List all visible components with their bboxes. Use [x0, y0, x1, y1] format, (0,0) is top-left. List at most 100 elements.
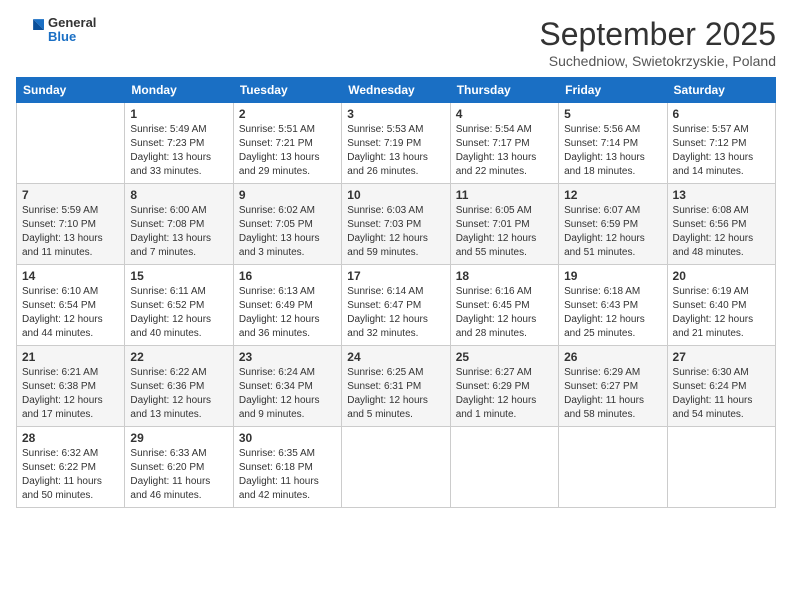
day-number: 7: [22, 188, 119, 202]
calendar-cell: 5 Sunrise: 5:56 AM Sunset: 7:14 PM Daylig…: [559, 103, 667, 184]
day-number: 20: [673, 269, 770, 283]
day-number: 29: [130, 431, 227, 445]
day-info: Sunrise: 6:14 AM Sunset: 6:47 PM Dayligh…: [347, 285, 444, 341]
day-number: 25: [456, 350, 553, 364]
day-number: 2: [239, 107, 336, 121]
day-info: Sunrise: 5:53 AM Sunset: 7:19 PM Dayligh…: [347, 123, 444, 179]
calendar-cell: 28 Sunrise: 6:32 AM Sunset: 6:22 PM Dayli…: [17, 427, 125, 508]
day-number: 30: [239, 431, 336, 445]
day-number: 10: [347, 188, 444, 202]
day-info: Sunrise: 6:11 AM Sunset: 6:52 PM Dayligh…: [130, 285, 227, 341]
logo-blue: Blue: [48, 30, 96, 44]
day-info: Sunrise: 6:19 AM Sunset: 6:40 PM Dayligh…: [673, 285, 770, 341]
day-info: Sunrise: 6:24 AM Sunset: 6:34 PM Dayligh…: [239, 366, 336, 422]
location-subtitle: Suchedniow, Swietokrzyskie, Poland: [539, 53, 776, 69]
calendar-cell: 14 Sunrise: 6:10 AM Sunset: 6:54 PM Dayli…: [17, 265, 125, 346]
day-number: 27: [673, 350, 770, 364]
calendar-week-row: 21Sunrise: 6:21 AM Sunset: 6:38 PM Dayli…: [17, 346, 776, 427]
day-number: 14: [22, 269, 119, 283]
day-number: 17: [347, 269, 444, 283]
calendar-cell: 2 Sunrise: 5:51 AM Sunset: 7:21 PM Daylig…: [233, 103, 341, 184]
column-header-friday: Friday: [559, 78, 667, 103]
day-number: 15: [130, 269, 227, 283]
page-header: General Blue September 2025 Suchedniow, …: [16, 16, 776, 69]
day-number: 23: [239, 350, 336, 364]
calendar-cell: [667, 427, 775, 508]
day-number: 5: [564, 107, 661, 121]
calendar-cell: 19Sunrise: 6:18 AM Sunset: 6:43 PM Dayli…: [559, 265, 667, 346]
calendar-cell: 20 Sunrise: 6:19 AM Sunset: 6:40 PM Dayli…: [667, 265, 775, 346]
calendar-cell: 22 Sunrise: 6:22 AM Sunset: 6:36 PM Dayli…: [125, 346, 233, 427]
day-number: 12: [564, 188, 661, 202]
calendar-cell: 25 Sunrise: 6:27 AM Sunset: 6:29 PM Dayli…: [450, 346, 558, 427]
calendar-cell: [342, 427, 450, 508]
calendar-cell: 21Sunrise: 6:21 AM Sunset: 6:38 PM Dayli…: [17, 346, 125, 427]
calendar-cell: 4Sunrise: 5:54 AM Sunset: 7:17 PM Daylig…: [450, 103, 558, 184]
calendar-cell: 15 Sunrise: 6:11 AM Sunset: 6:52 PM Dayli…: [125, 265, 233, 346]
day-number: 18: [456, 269, 553, 283]
day-info: Sunrise: 6:10 AM Sunset: 6:54 PM Dayligh…: [22, 285, 119, 341]
calendar-cell: 18 Sunrise: 6:16 AM Sunset: 6:45 PM Dayli…: [450, 265, 558, 346]
day-number: 24: [347, 350, 444, 364]
calendar-week-row: 1 Sunrise: 5:49 AM Sunset: 7:23 PM Daylig…: [17, 103, 776, 184]
day-info: Sunrise: 6:27 AM Sunset: 6:29 PM Dayligh…: [456, 366, 553, 422]
calendar-week-row: 7 Sunrise: 5:59 AM Sunset: 7:10 PM Daylig…: [17, 184, 776, 265]
calendar-cell: 29Sunrise: 6:33 AM Sunset: 6:20 PM Dayli…: [125, 427, 233, 508]
day-number: 13: [673, 188, 770, 202]
day-info: Sunrise: 6:35 AM Sunset: 6:18 PM Dayligh…: [239, 447, 336, 503]
day-number: 16: [239, 269, 336, 283]
column-header-sunday: Sunday: [17, 78, 125, 103]
calendar-cell: 6Sunrise: 5:57 AM Sunset: 7:12 PM Daylig…: [667, 103, 775, 184]
column-header-monday: Monday: [125, 78, 233, 103]
day-info: Sunrise: 6:13 AM Sunset: 6:49 PM Dayligh…: [239, 285, 336, 341]
calendar-cell: 30 Sunrise: 6:35 AM Sunset: 6:18 PM Dayli…: [233, 427, 341, 508]
day-info: Sunrise: 6:32 AM Sunset: 6:22 PM Dayligh…: [22, 447, 119, 503]
day-info: Sunrise: 6:25 AM Sunset: 6:31 PM Dayligh…: [347, 366, 444, 422]
column-header-wednesday: Wednesday: [342, 78, 450, 103]
calendar-cell: [450, 427, 558, 508]
calendar-cell: [559, 427, 667, 508]
day-number: 9: [239, 188, 336, 202]
day-number: 1: [130, 107, 227, 121]
calendar-cell: 26Sunrise: 6:29 AM Sunset: 6:27 PM Dayli…: [559, 346, 667, 427]
logo-icon: [16, 16, 44, 44]
day-info: Sunrise: 6:00 AM Sunset: 7:08 PM Dayligh…: [130, 204, 227, 260]
calendar-week-row: 28 Sunrise: 6:32 AM Sunset: 6:22 PM Dayli…: [17, 427, 776, 508]
calendar-cell: 24 Sunrise: 6:25 AM Sunset: 6:31 PM Dayli…: [342, 346, 450, 427]
day-info: Sunrise: 5:59 AM Sunset: 7:10 PM Dayligh…: [22, 204, 119, 260]
day-number: 8: [130, 188, 227, 202]
day-info: Sunrise: 5:49 AM Sunset: 7:23 PM Dayligh…: [130, 123, 227, 179]
calendar-cell: 12Sunrise: 6:07 AM Sunset: 6:59 PM Dayli…: [559, 184, 667, 265]
logo-text: General Blue: [48, 16, 96, 45]
day-info: Sunrise: 5:51 AM Sunset: 7:21 PM Dayligh…: [239, 123, 336, 179]
day-info: Sunrise: 6:29 AM Sunset: 6:27 PM Dayligh…: [564, 366, 661, 422]
calendar-cell: 13 Sunrise: 6:08 AM Sunset: 6:56 PM Dayli…: [667, 184, 775, 265]
day-info: Sunrise: 6:16 AM Sunset: 6:45 PM Dayligh…: [456, 285, 553, 341]
calendar-cell: 16 Sunrise: 6:13 AM Sunset: 6:49 PM Dayli…: [233, 265, 341, 346]
day-info: Sunrise: 6:05 AM Sunset: 7:01 PM Dayligh…: [456, 204, 553, 260]
day-info: Sunrise: 6:22 AM Sunset: 6:36 PM Dayligh…: [130, 366, 227, 422]
calendar-cell: 8 Sunrise: 6:00 AM Sunset: 7:08 PM Daylig…: [125, 184, 233, 265]
day-info: Sunrise: 5:57 AM Sunset: 7:12 PM Dayligh…: [673, 123, 770, 179]
day-number: 28: [22, 431, 119, 445]
day-info: Sunrise: 6:18 AM Sunset: 6:43 PM Dayligh…: [564, 285, 661, 341]
day-info: Sunrise: 6:30 AM Sunset: 6:24 PM Dayligh…: [673, 366, 770, 422]
calendar-cell: 7 Sunrise: 5:59 AM Sunset: 7:10 PM Daylig…: [17, 184, 125, 265]
day-number: 11: [456, 188, 553, 202]
day-info: Sunrise: 5:56 AM Sunset: 7:14 PM Dayligh…: [564, 123, 661, 179]
calendar-cell: [17, 103, 125, 184]
day-number: 4: [456, 107, 553, 121]
calendar-cell: 10 Sunrise: 6:03 AM Sunset: 7:03 PM Dayli…: [342, 184, 450, 265]
day-info: Sunrise: 6:03 AM Sunset: 7:03 PM Dayligh…: [347, 204, 444, 260]
day-number: 22: [130, 350, 227, 364]
calendar-table: SundayMondayTuesdayWednesdayThursdayFrid…: [16, 77, 776, 508]
column-header-saturday: Saturday: [667, 78, 775, 103]
calendar-cell: 17 Sunrise: 6:14 AM Sunset: 6:47 PM Dayli…: [342, 265, 450, 346]
calendar-cell: 23 Sunrise: 6:24 AM Sunset: 6:34 PM Dayli…: [233, 346, 341, 427]
day-info: Sunrise: 6:08 AM Sunset: 6:56 PM Dayligh…: [673, 204, 770, 260]
column-header-tuesday: Tuesday: [233, 78, 341, 103]
calendar-header-row: SundayMondayTuesdayWednesdayThursdayFrid…: [17, 78, 776, 103]
calendar-cell: 3Sunrise: 5:53 AM Sunset: 7:19 PM Daylig…: [342, 103, 450, 184]
calendar-cell: 11 Sunrise: 6:05 AM Sunset: 7:01 PM Dayli…: [450, 184, 558, 265]
day-info: Sunrise: 6:02 AM Sunset: 7:05 PM Dayligh…: [239, 204, 336, 260]
